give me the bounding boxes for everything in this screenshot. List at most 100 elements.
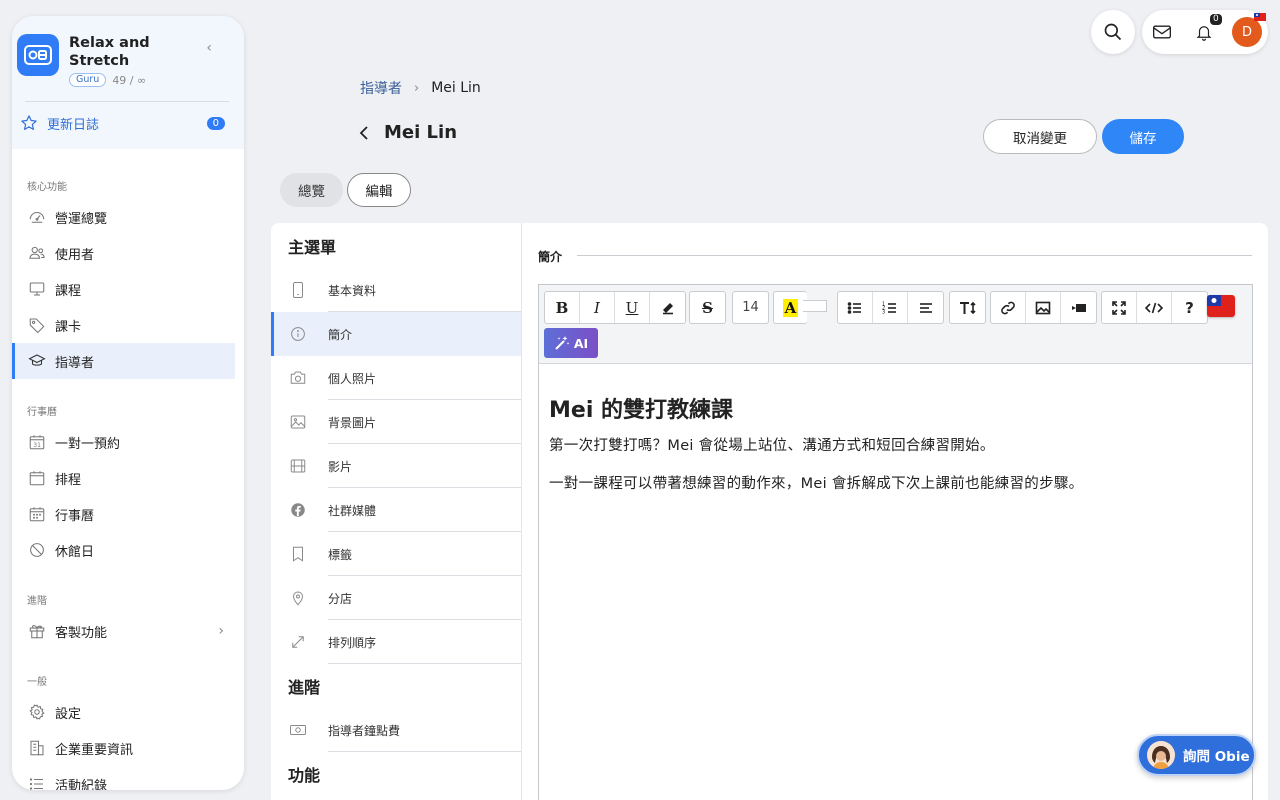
tab-edit[interactable]: 編輯 bbox=[347, 173, 411, 207]
breadcrumb-instructors-link[interactable]: 指導者 bbox=[360, 78, 402, 98]
menu-item-basic-info[interactable]: 基本資料 bbox=[271, 268, 521, 312]
brand: Relax and Stretch Guru 49 / ∞ ‹ bbox=[17, 34, 232, 87]
italic-button[interactable]: I bbox=[580, 292, 615, 323]
sidebar-item-calendar[interactable]: 行事曆 bbox=[12, 496, 244, 532]
eraser-button[interactable] bbox=[650, 292, 685, 323]
sidebar-item-label: 活動紀錄 bbox=[55, 778, 108, 791]
menu-item-tags[interactable]: 標籤 bbox=[271, 532, 521, 576]
image-icon bbox=[1035, 301, 1051, 314]
content-paragraph: 第一次打雙打嗎？Mei 會從場上站位、溝通方式和短回合練習開始。 bbox=[549, 438, 995, 454]
strikethrough-button[interactable]: S bbox=[690, 292, 725, 323]
sidebar-item-custom-features[interactable]: 客製功能 › bbox=[12, 613, 244, 649]
quota: 49 / ∞ bbox=[112, 73, 147, 87]
language-flag-button[interactable] bbox=[1207, 295, 1235, 317]
menu-title-advanced: 進階 bbox=[288, 678, 321, 697]
mail-icon[interactable] bbox=[1152, 23, 1172, 41]
sidebar-item-instructors[interactable]: 指導者 bbox=[12, 343, 235, 379]
menu-title-features: 功能 bbox=[288, 766, 321, 785]
back-arrow-icon[interactable] bbox=[356, 125, 372, 141]
highlight-color-swatch[interactable] bbox=[803, 300, 827, 312]
bullet-list-button[interactable] bbox=[838, 292, 873, 323]
facebook-icon bbox=[291, 503, 305, 517]
sidebar-item-business-info[interactable]: 企業重要資訊 bbox=[12, 730, 244, 766]
section-label-calendar: 行事曆 bbox=[27, 407, 57, 418]
sidebar-item-label: 設定 bbox=[55, 706, 82, 722]
sidebar-item-settings[interactable]: 設定 bbox=[12, 694, 244, 730]
menu-item-profile-photo[interactable]: 個人照片 bbox=[271, 356, 521, 400]
align-button[interactable] bbox=[908, 292, 943, 323]
user-toolbar: 0 D bbox=[1142, 10, 1268, 54]
eraser-icon bbox=[662, 302, 673, 314]
svg-text:31: 31 bbox=[33, 442, 41, 449]
underline-button[interactable]: U bbox=[615, 292, 650, 323]
tier-badge: Guru bbox=[69, 73, 107, 87]
collapse-sidebar-icon[interactable]: ‹ bbox=[206, 40, 212, 56]
sidebar-item-closed-days[interactable]: 休館日 bbox=[12, 532, 244, 568]
breadcrumb-current: Mei Lin bbox=[431, 80, 481, 96]
save-button[interactable]: 儲存 bbox=[1102, 119, 1184, 154]
chevron-right-icon: › bbox=[218, 623, 224, 639]
sidebar-item-label: 企業重要資訊 bbox=[55, 742, 134, 758]
taiwan-flag-icon bbox=[1207, 295, 1235, 317]
sidebar-item-users[interactable]: 使用者 bbox=[12, 235, 244, 271]
numbered-list-button[interactable]: 123 bbox=[873, 292, 908, 323]
taiwan-flag-icon bbox=[1254, 13, 1266, 21]
ai-label: AI bbox=[573, 335, 589, 351]
menu-item-sort-order[interactable]: 排列順序 bbox=[271, 620, 521, 664]
sidebar-item-one-on-one[interactable]: 31 一對一預約 bbox=[12, 424, 244, 460]
menu-item-background-image[interactable]: 背景圖片 bbox=[271, 400, 521, 444]
link-button[interactable] bbox=[991, 292, 1026, 323]
sidebar-item-course-cards[interactable]: 課卡 bbox=[12, 307, 244, 343]
ai-assist-button[interactable]: AI bbox=[544, 328, 598, 358]
sidebar-item-label: 客製功能 bbox=[55, 625, 108, 641]
sidebar-item-dashboard[interactable]: 營運總覽 bbox=[12, 199, 244, 235]
changelog-link[interactable]: 更新日誌 0 bbox=[17, 102, 232, 144]
list-icon bbox=[29, 778, 43, 790]
menu-item-label: 個人照片 bbox=[328, 371, 377, 386]
gear-icon bbox=[29, 704, 45, 720]
sidebar-header: Relax and Stretch Guru 49 / ∞ ‹ 更新日誌 0 bbox=[12, 16, 244, 149]
menu-item-intro[interactable]: 簡介 bbox=[271, 312, 521, 356]
section-label-general: 一般 bbox=[27, 677, 47, 688]
font-size-select[interactable]: 14 bbox=[733, 292, 768, 323]
tab-overview[interactable]: 總覽 bbox=[280, 173, 343, 207]
code-icon bbox=[1145, 302, 1163, 313]
sidebar-item-label: 一對一預約 bbox=[55, 436, 121, 452]
bookmark-icon bbox=[293, 546, 303, 562]
text-height-button[interactable] bbox=[950, 292, 985, 323]
bold-button[interactable]: B bbox=[545, 292, 580, 323]
code-view-button[interactable] bbox=[1137, 292, 1172, 323]
fullscreen-button[interactable] bbox=[1102, 292, 1137, 323]
editor-content[interactable]: Mei 的雙打教練課 第一次打雙打嗎？Mei 會從場上站位、溝通方式和短回合練習… bbox=[539, 364, 1252, 494]
menu-title-main: 主選單 bbox=[288, 238, 337, 257]
sidebar-item-label: 使用者 bbox=[55, 247, 95, 263]
content-paragraph: 一對一課程可以帶著想練習的動作來，Mei 會拆解成下次上課前也能練習的步驟。 bbox=[549, 476, 1084, 492]
menu-item-label: 背景圖片 bbox=[328, 415, 377, 430]
menu-item-video[interactable]: 影片 bbox=[271, 444, 521, 488]
search-button[interactable] bbox=[1091, 10, 1135, 54]
cancel-changes-button[interactable]: 取消變更 bbox=[983, 119, 1097, 154]
rich-text-editor: B I U S 14 A 1 2 3 ? AI Mei 的雙打教練課 第一次打雙… bbox=[538, 284, 1253, 800]
menu-item-social-media[interactable]: 社群媒體 bbox=[271, 488, 521, 532]
numbered-list-icon: 123 bbox=[882, 301, 896, 315]
sidebar: Relax and Stretch Guru 49 / ∞ ‹ 更新日誌 0 核… bbox=[12, 16, 244, 790]
notification-badge: 0 bbox=[1210, 14, 1222, 25]
avatar[interactable]: D bbox=[1232, 17, 1262, 47]
insert-image-button[interactable] bbox=[1026, 292, 1061, 323]
menu-item-branches[interactable]: 分店 bbox=[271, 576, 521, 620]
brand-logo[interactable] bbox=[17, 34, 59, 76]
sidebar-item-activity-log[interactable]: 活動紀錄 bbox=[12, 766, 244, 790]
calendar-icon bbox=[29, 507, 45, 522]
sidebar-item-schedule[interactable]: 排程 bbox=[12, 460, 244, 496]
sidebar-item-label: 行事曆 bbox=[55, 508, 95, 524]
location-pin-icon bbox=[293, 591, 303, 606]
menu-item-instructor-rate[interactable]: 指導者鐘點費 bbox=[271, 708, 521, 752]
sidebar-item-courses[interactable]: 課程 bbox=[12, 271, 244, 307]
changelog-label: 更新日誌 bbox=[47, 117, 100, 133]
help-button[interactable]: ? bbox=[1172, 292, 1207, 323]
ban-icon bbox=[30, 543, 44, 557]
bell-icon[interactable] bbox=[1195, 22, 1213, 42]
insert-video-button[interactable] bbox=[1061, 292, 1096, 323]
ask-obie-button[interactable]: 詢問 Obie bbox=[1137, 734, 1256, 776]
text-height-icon bbox=[959, 301, 976, 314]
